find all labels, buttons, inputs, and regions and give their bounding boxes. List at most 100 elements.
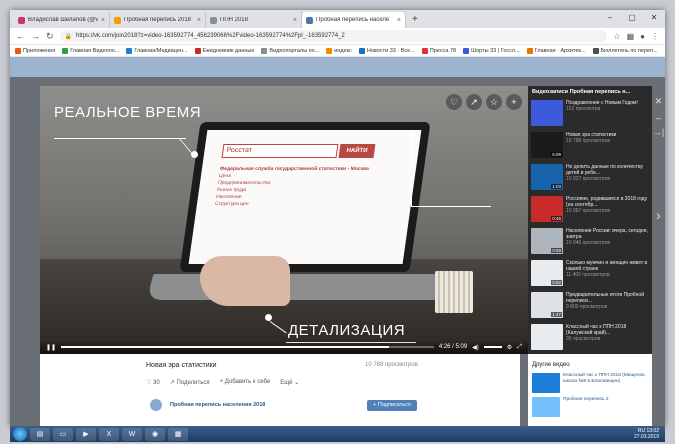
forward-icon[interactable]: → (31, 31, 40, 41)
bookmark-item[interactable]: Пресса 78 (421, 47, 456, 54)
bookmark-item[interactable]: Ежедневник данные (194, 47, 254, 54)
settings-icon[interactable]: ⚙ (507, 344, 512, 351)
start-button[interactable] (13, 427, 27, 441)
duration-badge: 5:09 (551, 152, 562, 157)
playlist-item[interactable]: 0:52 Сколько мужчин и женщин живет в наше… (528, 258, 652, 290)
system-tray: RU 13:02 27.03.2019 (634, 428, 662, 440)
progress-bar[interactable] (61, 346, 434, 348)
lock-icon: 🔒 (64, 33, 73, 40)
extension-icon[interactable]: ▦ (627, 32, 635, 41)
playlist-item-views: 95 просмотров (566, 336, 601, 342)
share-button[interactable]: ↗ Поделиться (170, 379, 210, 386)
volume-icon[interactable]: ◀) (472, 344, 479, 351)
back-icon[interactable]: ← (16, 31, 25, 41)
next-icon[interactable]: › (652, 207, 665, 223)
close-window-button[interactable]: ✕ (643, 10, 665, 28)
bookmark-item[interactable]: Приложения (15, 47, 55, 54)
add-icon[interactable]: + (506, 94, 522, 110)
window-controls: – ▢ ✕ (599, 10, 665, 28)
bookmark-item[interactable]: Главная · Архитек... (526, 47, 586, 54)
close-icon[interactable]: × (197, 17, 201, 24)
video-thumbnail: 0:59 (531, 228, 563, 254)
minimize-button[interactable]: – (599, 10, 621, 28)
like-icon[interactable]: ♡ (446, 94, 462, 110)
excel-icon[interactable]: X (99, 427, 119, 441)
bookmark-item[interactable]: Бюллетень по переп... (592, 47, 658, 54)
playlist-item[interactable]: 1:03 Не делить данные по количеству детей… (528, 162, 652, 194)
bookmark-item[interactable]: Новости 33 · Все... (358, 47, 415, 54)
folder-icon[interactable]: ▭ (53, 427, 73, 441)
browser-tab[interactable]: Пробная перепись 2018 × (110, 12, 206, 28)
bookmark-icon (62, 47, 69, 54)
pause-icon[interactable]: ❚❚ (46, 344, 56, 351)
playlist-item[interactable]: Классный час к ППН 2018 (Калужский край)… (528, 322, 652, 354)
playlist-item-meta: Новая эра статистики 10 788 просмотров (566, 132, 616, 160)
playlist-item[interactable]: 5:09 Новая эра статистики 10 788 просмотро… (528, 130, 652, 162)
list-item[interactable]: Пробная перепись 2 (528, 395, 652, 419)
video-info: Новая эра статистики 10 788 просмотров ♡… (40, 354, 520, 426)
url-field[interactable]: 🔒 https://vk.com/join2018?z=video-163592… (59, 30, 608, 42)
menu-icon[interactable]: ⋮ (651, 32, 659, 41)
add-button[interactable]: + Добавить к себе (220, 379, 271, 386)
more-button[interactable]: Ещё ⌄ (280, 379, 299, 386)
playlist-item-meta: Классный час к ППН 2018 (Калужский край)… (566, 324, 649, 352)
video-player[interactable]: Росстат НАЙТИ Федеральная служба государ… (40, 86, 528, 354)
word-icon[interactable]: W (122, 427, 142, 441)
playlist-item-meta: Поздравление с Новым Годом! 152 просмотра (566, 100, 638, 128)
avatar[interactable] (150, 399, 162, 411)
playlist-item[interactable]: 1:27 Предварительные итоги Пробной перепи… (528, 290, 652, 322)
playlist-item[interactable]: 0:45 Россияне, родившиеся в 2018 году (на… (528, 194, 652, 226)
calendar-icon[interactable]: ▦ (168, 427, 188, 441)
bookmark-item[interactable]: Главная Видеопо... (62, 47, 119, 54)
bookmark-icon (326, 47, 333, 54)
bookmark-icon[interactable]: ☆ (486, 94, 502, 110)
list-item[interactable]: Классный час к ППН 2018 (Мищенок, школа … (528, 371, 652, 395)
browser-tab-active[interactable]: Пробная перепись населе × (302, 12, 406, 28)
subscribe-button[interactable]: + Подписаться (367, 400, 417, 411)
reload-icon[interactable]: ↻ (46, 31, 54, 42)
explorer-icon[interactable]: ▤ (30, 427, 50, 441)
bookmark-item[interactable]: индекс (326, 47, 352, 54)
bookmark-item[interactable]: Главная/Медиацен... (126, 47, 188, 54)
playlist-sidebar: Видеозаписи Пробная перепись н... Поздра… (528, 86, 652, 354)
maximize-button[interactable]: ▢ (621, 10, 643, 28)
share-icon[interactable]: ↗ (466, 94, 482, 110)
bookmarks-bar: Приложения Главная Видеопо... Главная/Меди… (10, 45, 665, 57)
close-icon[interactable]: × (397, 17, 401, 24)
playlist-item[interactable]: 0:59 Население России: вчера, сегодня, за… (528, 226, 652, 258)
time-display: 4:26 / 5:09 (438, 344, 468, 350)
browser-tab[interactable]: Владислав Шелапов (@vladimir) × (14, 12, 110, 28)
instagram-icon (18, 16, 25, 24)
close-icon[interactable]: × (101, 17, 105, 24)
close-icon[interactable]: × (293, 17, 297, 24)
video-thumbnail (532, 373, 560, 393)
windows-taskbar: ▤ ▭ ▶ X W ◉ ▦ RU 13:02 27.03.2019 (10, 426, 665, 442)
star-icon[interactable]: ☆ (613, 32, 620, 41)
browser-window: Владислав Шелапов (@vladimir) × Пробная … (10, 10, 665, 426)
bookmark-icon (592, 47, 599, 54)
close-icon[interactable]: ✕ (652, 96, 665, 107)
duration-badge: 1:27 (551, 312, 562, 317)
new-tab-button[interactable]: + (406, 12, 424, 28)
browser-tab[interactable]: ППН 2018 × (206, 12, 302, 28)
media-icon[interactable]: ▶ (76, 427, 96, 441)
fullscreen-icon[interactable]: ⤢ (517, 344, 522, 351)
view-count: 10 788 просмотров (365, 362, 418, 368)
laptop-screen: Росстат НАЙТИ Федеральная служба государ… (188, 130, 422, 264)
bookmark-item[interactable]: Шорты 33 | Госсл... (463, 47, 520, 54)
volume-slider[interactable] (483, 346, 502, 348)
bookmark-item[interactable]: Видеопорталы по... (261, 47, 319, 54)
chrome-icon[interactable]: ◉ (145, 427, 165, 441)
playlist-item-meta: Сколько мужчин и женщин живет в нашей ст… (566, 260, 649, 288)
playlist-item[interactable]: Поздравление с Новым Годом! 152 просмотра (528, 98, 652, 130)
minimize-player-icon[interactable]: – (652, 113, 665, 123)
author-name[interactable]: Пробная перепись населения 2018 (170, 402, 265, 408)
profile-icon[interactable]: ● (640, 32, 645, 41)
callout-line (411, 136, 412, 206)
collapse-icon[interactable]: →| (652, 127, 665, 137)
like-button[interactable]: ♡ 30 (146, 379, 160, 386)
address-bar-row: ← → ↻ 🔒 https://vk.com/join2018?z=video-… (10, 28, 665, 45)
playlist-item-meta: Население России: вчера, сегодня, завтра… (566, 228, 649, 256)
video-thumbnail: 0:52 (531, 260, 563, 286)
bookmark-icon (126, 47, 133, 54)
